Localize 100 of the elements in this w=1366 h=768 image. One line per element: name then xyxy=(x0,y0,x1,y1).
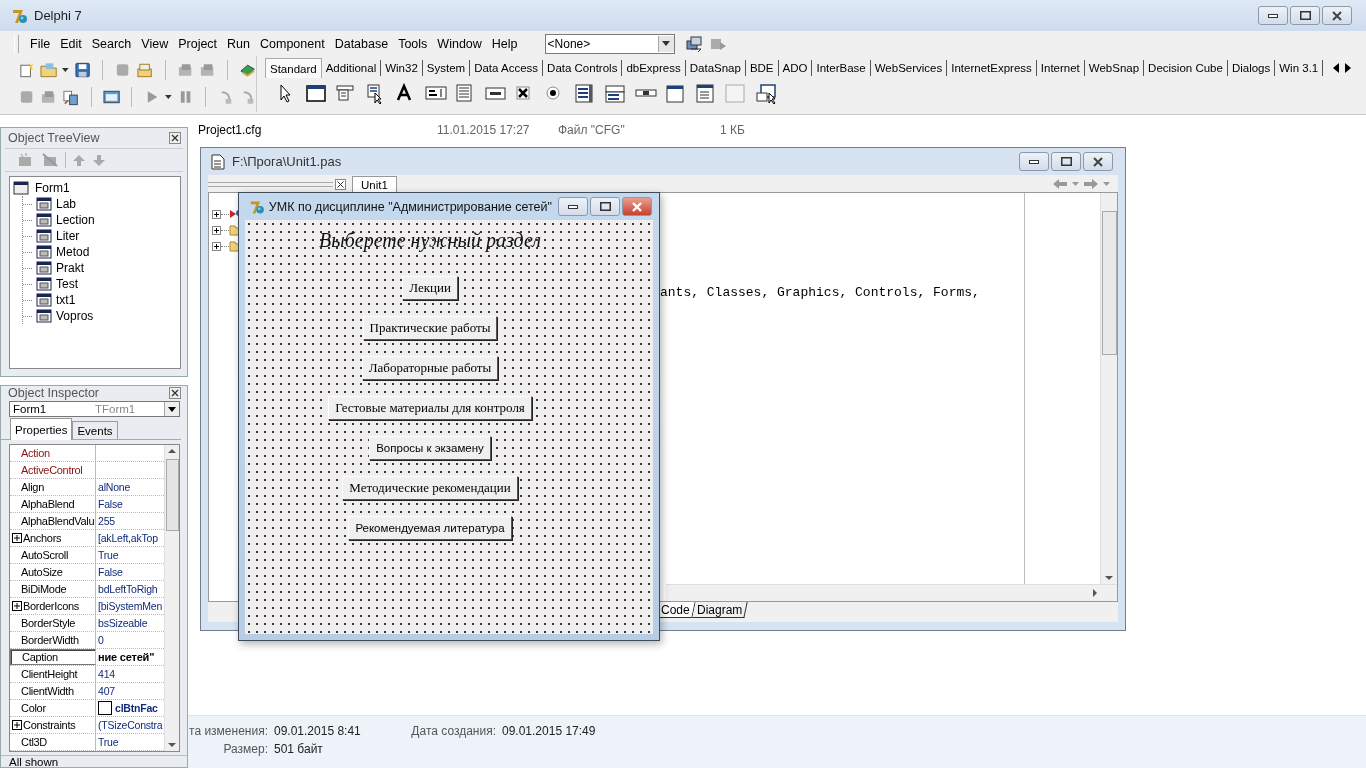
minimize-button[interactable] xyxy=(558,197,588,216)
palette-tab[interactable]: Internet xyxy=(1036,60,1085,76)
property-row[interactable]: Constraints (TSizeConstra xyxy=(10,717,164,734)
palette-tab[interactable]: dbExpress xyxy=(622,60,686,76)
palette-tab[interactable]: WebServices xyxy=(870,60,948,76)
property-value[interactable]: 414 xyxy=(98,668,115,680)
palette-tab[interactable]: System xyxy=(422,60,471,76)
property-value[interactable]: ние сетей" xyxy=(98,651,155,663)
close-icon[interactable] xyxy=(169,387,181,399)
expand-icon[interactable] xyxy=(12,533,22,543)
maximize-button[interactable] xyxy=(1051,152,1081,171)
property-value[interactable]: bdLeftToRigh xyxy=(98,583,158,595)
scroll-left-icon[interactable] xyxy=(1331,62,1342,74)
expand-icon[interactable] xyxy=(12,720,22,730)
scrollbar[interactable] xyxy=(666,584,1117,601)
scrollbar[interactable] xyxy=(164,445,179,751)
tree-item[interactable]: Lab xyxy=(56,197,77,211)
expand-icon[interactable] xyxy=(12,601,22,611)
action-list-icon[interactable] xyxy=(755,83,777,105)
tree-item[interactable]: Test xyxy=(56,277,78,291)
tree-item[interactable]: Form1 xyxy=(33,181,72,195)
form-button[interactable]: Вопросы к экзамену xyxy=(369,436,491,460)
dropdown-arrow-icon[interactable] xyxy=(164,94,172,99)
scrollbar-thumb[interactable] xyxy=(1101,211,1117,355)
close-button[interactable] xyxy=(1083,152,1113,171)
palette-tab[interactable]: Data Access xyxy=(470,60,544,76)
palette-tab[interactable]: Dialogs xyxy=(1227,60,1276,76)
palette-tab[interactable]: BDE xyxy=(745,60,779,76)
menu-item[interactable]: Edit xyxy=(55,34,87,53)
tree-item[interactable]: Vopros xyxy=(56,309,94,323)
expand-icon[interactable] xyxy=(212,241,221,251)
combo-box-icon[interactable] xyxy=(605,83,627,105)
menu-item[interactable]: View xyxy=(136,34,174,53)
editor-tab[interactable]: Unit1 xyxy=(352,176,397,192)
property-value[interactable]: 407 xyxy=(98,685,115,697)
palette-tab[interactable]: InternetExpress xyxy=(947,60,1037,76)
property-row[interactable]: Color clBtnFac xyxy=(10,700,164,717)
save-icon[interactable] xyxy=(74,60,92,79)
form-button[interactable]: Гестовые материалы для контроля xyxy=(328,396,532,420)
menu-item[interactable]: Run xyxy=(222,34,256,53)
component-combo-box[interactable]: <None> xyxy=(544,33,675,54)
frame-icon[interactable] xyxy=(305,83,327,105)
palette-tab[interactable]: Additional xyxy=(321,60,382,76)
close-icon[interactable] xyxy=(169,132,181,144)
view-tab[interactable]: Diagram xyxy=(692,602,748,618)
form-button[interactable]: Рекомендуемая литература xyxy=(348,516,512,540)
maximize-button[interactable] xyxy=(590,197,620,216)
form-button[interactable]: Лабораторные работы xyxy=(361,356,499,380)
inspector-tab[interactable]: Properties xyxy=(10,418,73,440)
property-value[interactable]: False xyxy=(98,566,123,578)
property-value[interactable]: [biSystemMen xyxy=(98,600,163,612)
expand-icon[interactable] xyxy=(212,225,221,235)
form-button[interactable]: Лекции xyxy=(402,276,458,300)
property-value[interactable]: (TSizeConstra xyxy=(98,719,163,731)
dropdown-arrow-icon[interactable] xyxy=(62,67,70,72)
property-value[interactable]: bsSizeable xyxy=(98,617,148,629)
palette-tab[interactable]: InterBase xyxy=(812,60,871,76)
maximize-button[interactable] xyxy=(1290,6,1320,25)
palette-tab[interactable]: Decision Cube xyxy=(1144,60,1228,76)
close-button[interactable] xyxy=(622,197,652,216)
menu-item[interactable]: Component xyxy=(255,34,330,53)
palette-tab[interactable]: ADO xyxy=(778,60,813,76)
tree-item[interactable]: Liter xyxy=(56,229,80,243)
inspector-tab[interactable]: Events xyxy=(72,421,118,439)
menu-item[interactable]: Search xyxy=(86,34,137,53)
object-selector[interactable]: Form1 TForm1 xyxy=(9,401,180,417)
file-name[interactable]: Project1.cfg xyxy=(198,123,437,137)
menu-item[interactable]: Database xyxy=(329,34,394,53)
radio-group-icon[interactable] xyxy=(695,83,717,105)
palette-tab[interactable]: Win32 xyxy=(381,60,423,76)
form-button[interactable]: Методические рекомендации xyxy=(342,476,518,500)
palette-tab[interactable]: DataSnap xyxy=(685,60,746,76)
property-value[interactable]: False xyxy=(98,498,123,510)
tree-item[interactable]: txt1 xyxy=(56,293,76,307)
palette-tab[interactable]: Win 3.1 xyxy=(1275,60,1324,76)
scrollbar[interactable] xyxy=(1100,193,1117,584)
property-value[interactable]: clBtnFac xyxy=(115,702,158,714)
tree-item[interactable]: Lection xyxy=(56,213,95,227)
menu-item[interactable]: Tools xyxy=(393,34,433,53)
palette-tab[interactable]: Standard xyxy=(265,58,322,78)
property-value[interactable]: 255 xyxy=(98,515,115,527)
close-button[interactable] xyxy=(1322,6,1352,25)
menu-item[interactable]: Help xyxy=(486,34,523,53)
scrollbar-thumb[interactable] xyxy=(165,459,179,531)
minimize-button[interactable] xyxy=(1019,152,1049,171)
group-box-icon[interactable] xyxy=(665,83,687,105)
menu-item[interactable]: Project xyxy=(173,34,223,53)
close-icon[interactable] xyxy=(335,178,346,190)
form-button[interactable]: Практические работы xyxy=(362,316,498,340)
property-row[interactable]: BorderIcons [biSystemMen xyxy=(10,598,164,615)
view-components-icon[interactable] xyxy=(684,34,703,53)
expand-icon[interactable] xyxy=(212,209,221,219)
menu-item[interactable]: Window xyxy=(432,34,487,53)
property-value[interactable]: [akLeft,akTop xyxy=(98,532,158,544)
property-value[interactable]: True xyxy=(98,549,119,561)
tree-item[interactable]: Metod xyxy=(56,245,90,259)
palette-tab[interactable]: WebSnap xyxy=(1084,60,1145,76)
minimize-button[interactable] xyxy=(1258,6,1288,25)
property-value[interactable]: alNone xyxy=(98,481,131,493)
property-value[interactable]: True xyxy=(98,736,119,748)
